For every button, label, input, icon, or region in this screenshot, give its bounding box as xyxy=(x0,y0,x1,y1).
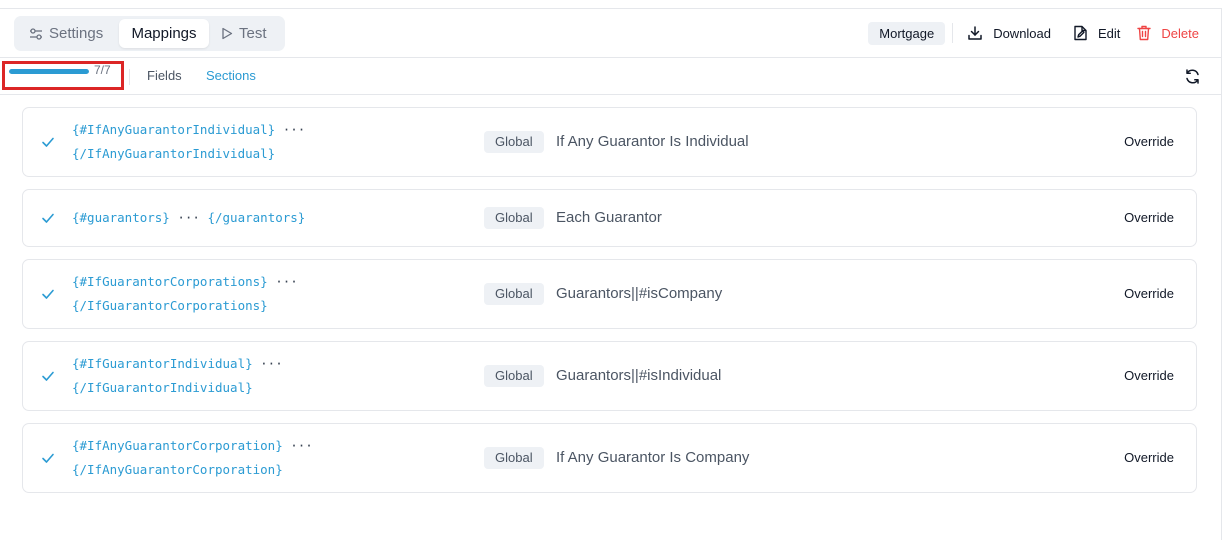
ellipsis: ··· xyxy=(282,122,306,137)
check-icon xyxy=(42,137,54,147)
mapping-row: {#IfGuarantorCorporations} ··· {/IfGuara… xyxy=(22,259,1197,329)
sub-toolbar: 7/7 Fields Sections xyxy=(0,58,1222,95)
tab-settings[interactable]: Settings xyxy=(29,19,103,48)
section-description: Guarantors||#isCompany xyxy=(556,285,723,302)
scope-badge: Global xyxy=(484,283,544,305)
edit-button[interactable]: Edit xyxy=(1073,25,1120,41)
override-button[interactable]: Override xyxy=(1124,210,1174,225)
refresh-icon xyxy=(1186,69,1199,84)
tab-mappings-label: Mappings xyxy=(131,25,197,42)
divider xyxy=(952,23,954,43)
override-button[interactable]: Override xyxy=(1124,286,1174,301)
mapping-row: {#guarantors} ··· {/guarantors} Global E… xyxy=(22,189,1197,247)
progress-bar-fill xyxy=(9,69,89,74)
ellipsis: ··· xyxy=(177,210,200,225)
section-code: {#IfGuarantorIndividual} ··· {/IfGuarant… xyxy=(72,352,283,400)
refresh-button[interactable] xyxy=(1184,68,1201,90)
sections-filter[interactable]: Sections xyxy=(206,68,256,83)
section-close-tag: {/IfGuarantorCorporations} xyxy=(72,298,268,313)
tab-group: Settings Mappings Test xyxy=(14,16,285,51)
play-icon xyxy=(222,27,233,40)
check-icon xyxy=(42,289,54,299)
tab-mappings[interactable]: Mappings xyxy=(119,19,209,48)
section-code: {#guarantors} ··· {/guarantors} xyxy=(72,206,305,230)
tab-test-label: Test xyxy=(239,25,267,42)
check-icon xyxy=(42,453,54,463)
check-icon xyxy=(42,371,54,381)
template-tag: Mortgage xyxy=(868,21,946,45)
mapping-row: {#IfAnyGuarantorCorporation} ··· {/IfAny… xyxy=(22,423,1197,493)
section-close-tag: {/IfGuarantorIndividual} xyxy=(72,380,253,395)
section-description: Guarantors||#isIndividual xyxy=(556,367,722,384)
header-actions: Mortgage Download Edit Delete xyxy=(868,21,1199,45)
section-open-tag: {#guarantors} xyxy=(72,210,170,225)
tab-test[interactable]: Test xyxy=(221,19,267,48)
delete-button[interactable]: Delete xyxy=(1137,25,1199,41)
ellipsis: ··· xyxy=(290,438,313,453)
section-close-tag: {/IfAnyGuarantorCorporation} xyxy=(72,462,283,477)
section-open-tag: {#IfGuarantorIndividual} xyxy=(72,356,253,371)
scope-badge: Global xyxy=(484,131,544,153)
check-icon xyxy=(42,213,54,223)
progress-count: 7/7 xyxy=(94,63,111,77)
section-code: {#IfAnyGuarantorCorporation} ··· {/IfAny… xyxy=(72,434,313,482)
section-code: {#IfAnyGuarantorIndividual} ··· {/IfAnyG… xyxy=(72,118,305,166)
ellipsis: ··· xyxy=(275,274,298,289)
download-label: Download xyxy=(993,25,1052,41)
edit-file-icon xyxy=(1074,25,1087,41)
download-button[interactable]: Download xyxy=(967,25,1051,41)
scope-badge: Global xyxy=(484,447,544,469)
section-description: If Any Guarantor Is Individual xyxy=(556,133,749,150)
download-icon xyxy=(968,26,982,40)
fields-filter[interactable]: Fields xyxy=(147,68,182,83)
section-open-tag: {#IfGuarantorCorporations} xyxy=(72,274,268,289)
section-description: Each Guarantor xyxy=(556,209,662,226)
ellipsis: ··· xyxy=(260,356,283,371)
edit-label: Edit xyxy=(1098,25,1121,41)
scope-badge: Global xyxy=(484,207,544,229)
delete-label: Delete xyxy=(1161,25,1199,41)
mapping-row: {#IfGuarantorIndividual} ··· {/IfGuarant… xyxy=(22,341,1197,411)
top-bar: Settings Mappings Test Mortgage Download… xyxy=(0,8,1222,58)
mapping-row: {#IfAnyGuarantorIndividual} ··· {/IfAnyG… xyxy=(22,107,1197,177)
section-open-tag: {#IfAnyGuarantorIndividual} xyxy=(72,122,276,137)
override-button[interactable]: Override xyxy=(1124,450,1174,465)
section-description: If Any Guarantor Is Company xyxy=(556,449,750,466)
section-close-tag: {/IfAnyGuarantorIndividual} xyxy=(72,146,276,161)
section-close-tag: {/guarantors} xyxy=(207,210,306,225)
tab-settings-label: Settings xyxy=(49,25,104,42)
scope-badge: Global xyxy=(484,365,544,387)
section-open-tag: {#IfAnyGuarantorCorporation} xyxy=(72,438,283,453)
sliders-icon xyxy=(30,27,42,40)
override-button[interactable]: Override xyxy=(1124,134,1174,149)
override-button[interactable]: Override xyxy=(1124,368,1174,383)
progress-bar xyxy=(9,69,89,74)
section-code: {#IfGuarantorCorporations} ··· {/IfGuara… xyxy=(72,270,298,318)
trash-icon xyxy=(1137,25,1152,41)
divider xyxy=(129,69,130,85)
